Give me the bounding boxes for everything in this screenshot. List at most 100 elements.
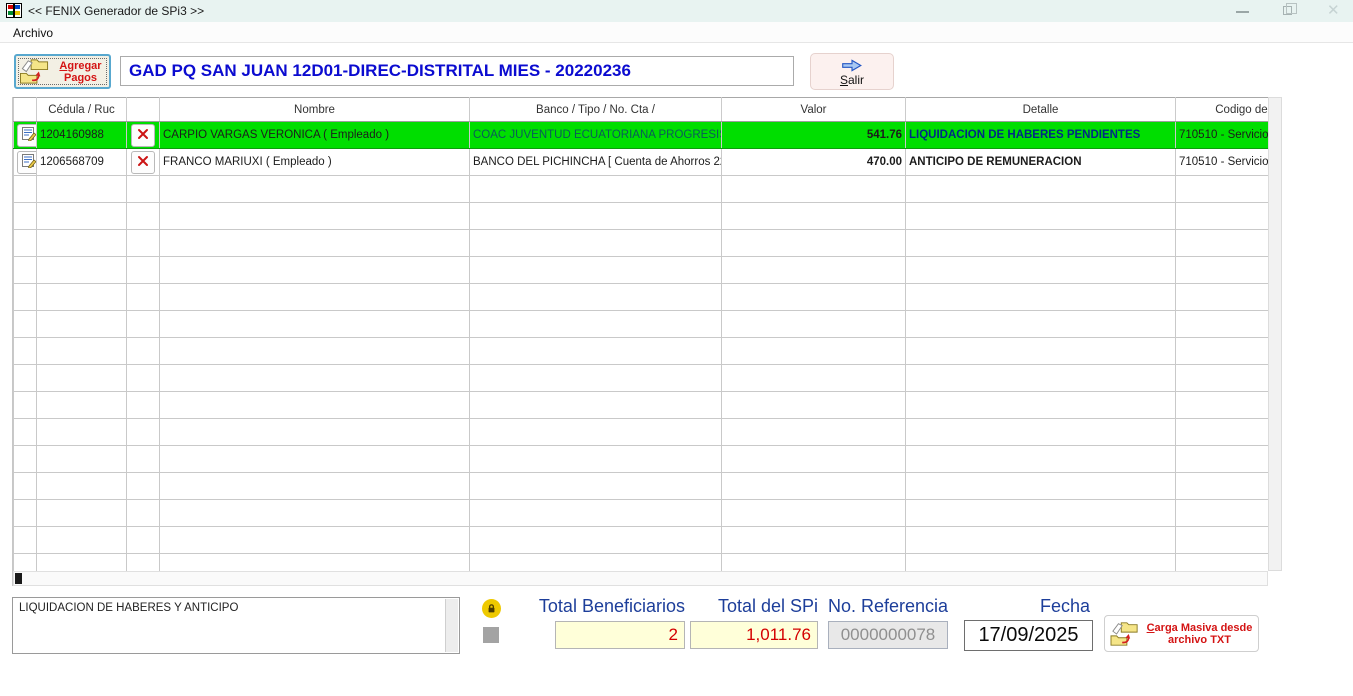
cell-detalle: [906, 419, 1176, 446]
descripcion-text: LIQUIDACION DE HABERES Y ANTICIPO: [19, 602, 238, 614]
cell-del: [127, 203, 160, 230]
cell-valor: [722, 176, 906, 203]
cell-valor: [722, 284, 906, 311]
cell-nombre: [160, 500, 470, 527]
cell-codigo: [1176, 473, 1269, 500]
cell-del: [127, 473, 160, 500]
cell-del: [127, 500, 160, 527]
cell-valor: [722, 500, 906, 527]
cell-codigo: [1176, 230, 1269, 257]
table-row[interactable]: 1206568709FRANCO MARIUXI ( Empleado )BAN…: [14, 149, 1269, 176]
cell-nombre: [160, 365, 470, 392]
grid-vertical-scrollbar[interactable]: [1268, 97, 1282, 571]
edit-record-icon: [21, 153, 37, 171]
carga-masiva-button[interactable]: Carga Masiva desdearchivo TXT: [1104, 615, 1259, 652]
fecha-input[interactable]: 17/09/2025: [964, 620, 1093, 651]
cell-icon: [14, 122, 37, 149]
title-bar: << FENIX Generador de SPi3 >> ✕: [0, 0, 1353, 22]
descripcion-textarea[interactable]: LIQUIDACION DE HABERES Y ANTICIPO: [12, 597, 460, 654]
minimize-button[interactable]: [1226, 0, 1260, 22]
cell-icon: [14, 527, 37, 554]
maximize-button[interactable]: [1272, 0, 1306, 22]
close-button[interactable]: ✕: [1318, 0, 1352, 22]
cell-icon: [14, 338, 37, 365]
delete-row-button[interactable]: [131, 151, 155, 174]
column-header: Banco / Tipo / No. Cta /: [470, 98, 722, 122]
delete-row-button[interactable]: [131, 124, 155, 147]
cell-valor: [722, 230, 906, 257]
cell-cedula: [37, 365, 127, 392]
grid-horizontal-scrollbar[interactable]: [13, 571, 1268, 586]
cell-cedula: 1204160988: [37, 122, 127, 149]
cell-del: [127, 284, 160, 311]
status-square: [483, 627, 499, 643]
cell-valor: [722, 311, 906, 338]
empty-row: [14, 419, 1269, 446]
cell-nombre: [160, 392, 470, 419]
cell-nombre: CARPIO VARGAS VERONICA ( Empleado ): [160, 122, 470, 149]
scrollbar-thumb[interactable]: [15, 573, 22, 584]
edit-row-button[interactable]: [17, 151, 37, 174]
edit-record-icon: [21, 126, 37, 144]
cell-banco: [470, 230, 722, 257]
cell-banco: [470, 419, 722, 446]
spi-description-input[interactable]: GAD PQ SAN JUAN 12D01-DIREC-DISTRITAL MI…: [120, 56, 794, 86]
cell-cedula: [37, 527, 127, 554]
maximize-icon: [1283, 6, 1292, 15]
cell-nombre: [160, 284, 470, 311]
window-title: << FENIX Generador de SPi3 >>: [28, 4, 204, 18]
cell-valor: [722, 203, 906, 230]
agregar-pagos-button[interactable]: AgregarPagos: [14, 54, 111, 89]
cell-del: [127, 230, 160, 257]
cell-icon: [14, 230, 37, 257]
cell-valor: 470.00: [722, 149, 906, 176]
cell-detalle: [906, 203, 1176, 230]
cell-detalle: LIQUIDACION DE HABERES PENDIENTES: [906, 122, 1176, 149]
delete-x-icon: [137, 128, 149, 143]
cell-banco: [470, 203, 722, 230]
cell-del: [127, 311, 160, 338]
empty-row: [14, 554, 1269, 572]
cell-codigo: 710510 - Servicios Personales por Contra…: [1176, 122, 1269, 149]
column-header: Nombre: [160, 98, 470, 122]
cell-nombre: [160, 230, 470, 257]
cell-icon: [14, 554, 37, 572]
cell-valor: [722, 257, 906, 284]
cell-del: [127, 419, 160, 446]
cell-valor: [722, 527, 906, 554]
cell-cedula: [37, 284, 127, 311]
total-spi-value: 1,011.76: [690, 621, 818, 649]
menu-item-archivo[interactable]: Archivo: [9, 25, 57, 41]
cell-cedula: [37, 257, 127, 284]
cell-banco: [470, 473, 722, 500]
cell-codigo: [1176, 527, 1269, 554]
cell-icon: [14, 149, 37, 176]
cell-valor: [722, 554, 906, 572]
cell-cedula: 1206568709: [37, 149, 127, 176]
textarea-scrollbar[interactable]: [445, 599, 458, 652]
cell-icon: [14, 473, 37, 500]
cell-cedula: [37, 338, 127, 365]
cell-icon: [14, 257, 37, 284]
cell-codigo: [1176, 284, 1269, 311]
table-row[interactable]: 1204160988 CARPIO VARGAS VERONICA ( Emple…: [14, 122, 1269, 149]
cell-detalle: [906, 284, 1176, 311]
empty-row: [14, 338, 1269, 365]
cell-codigo: [1176, 203, 1269, 230]
edit-row-button[interactable]: [17, 124, 37, 147]
empty-row: [14, 230, 1269, 257]
cell-detalle: [906, 230, 1176, 257]
cell-codigo: [1176, 257, 1269, 284]
cell-icon: [14, 392, 37, 419]
salir-button[interactable]: Salir: [810, 53, 894, 90]
cell-banco: [470, 527, 722, 554]
cell-detalle: [906, 365, 1176, 392]
cell-del: [127, 365, 160, 392]
salir-label: Salir: [840, 73, 864, 87]
lock-button[interactable]: [482, 599, 501, 618]
cell-valor: [722, 392, 906, 419]
cell-codigo: [1176, 311, 1269, 338]
cell-nombre: [160, 203, 470, 230]
cell-banco: BANCO DEL PICHINCHA [ Cuenta de Ahorros …: [470, 149, 722, 176]
cell-banco: [470, 176, 722, 203]
